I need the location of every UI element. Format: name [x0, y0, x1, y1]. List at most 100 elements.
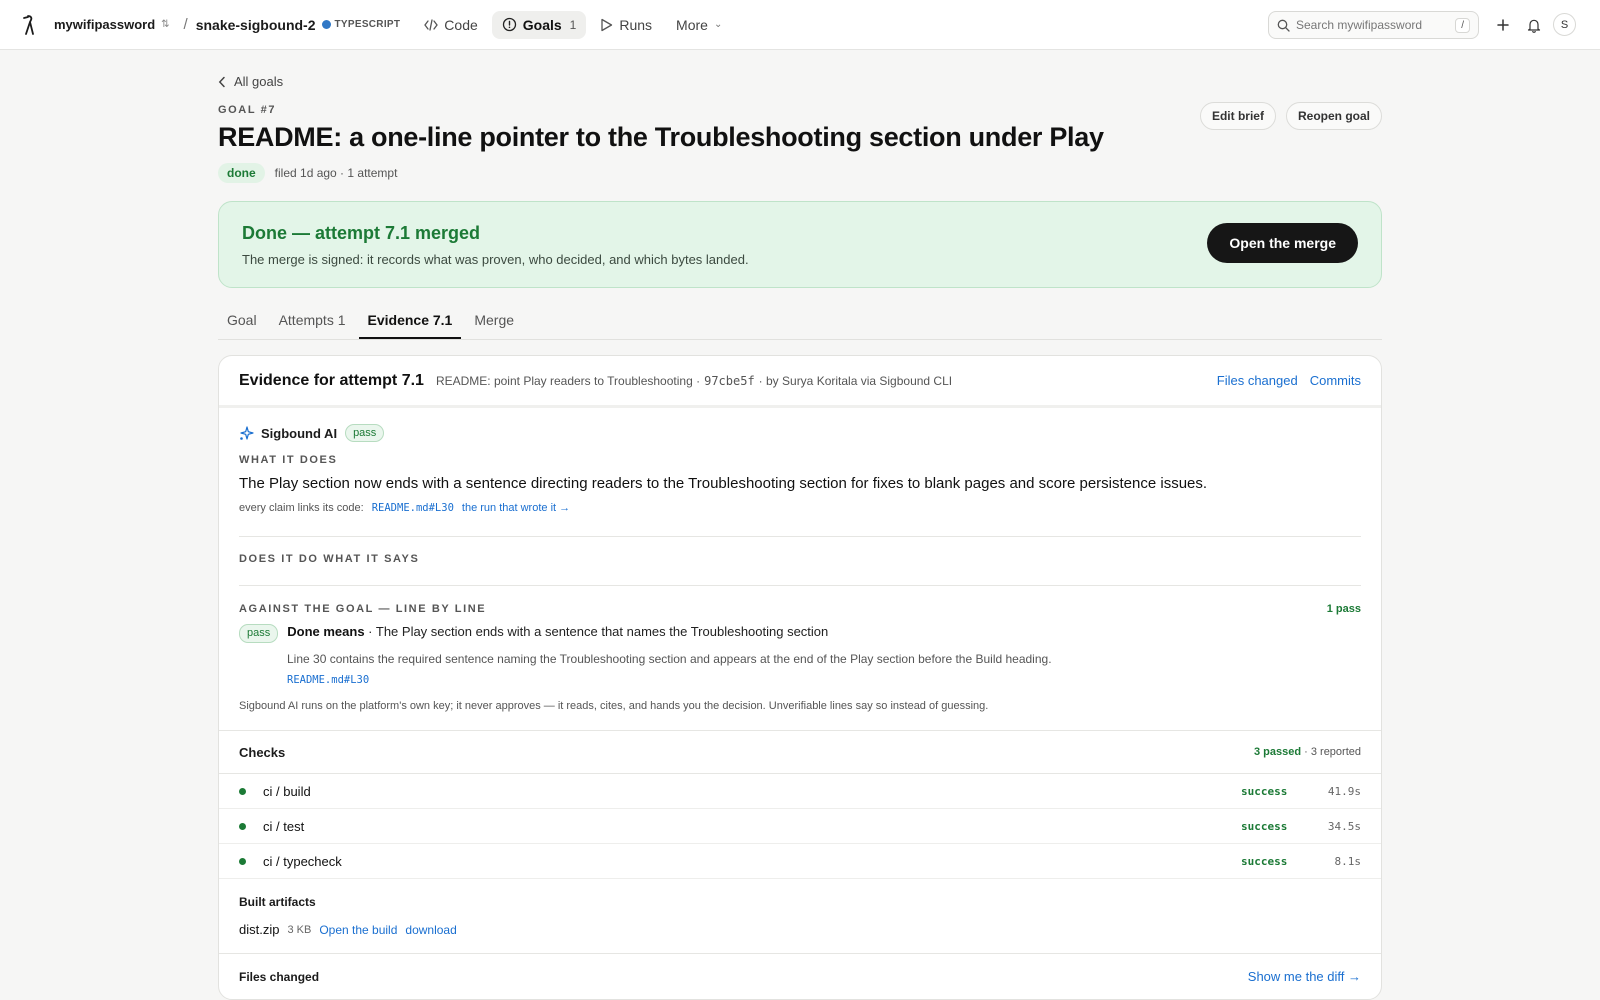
nav-more[interactable]: More ⌄ — [666, 11, 732, 39]
bell-icon[interactable] — [1523, 14, 1545, 36]
banner-subtitle: The merge is signed: it records what was… — [242, 252, 749, 267]
commit-info: README: point Play readers to Troublesho… — [436, 374, 952, 388]
nav-goals-count: 1 — [569, 17, 577, 32]
nav-goals-label: Goals — [522, 16, 562, 33]
goal-meta: done filed 1d ago · 1 attempt — [218, 163, 1382, 183]
status-dot-icon — [239, 787, 246, 795]
check-row[interactable]: ci / typecheck success 8.1s — [219, 844, 1381, 879]
against-goal-label: AGAINST THE GOAL — LINE BY LINE — [239, 603, 487, 615]
edit-brief-button[interactable]: Edit brief — [1199, 102, 1276, 130]
check-status: success — [1241, 819, 1288, 833]
repo-name[interactable]: snake-sigbound-2 — [196, 17, 316, 33]
line-pass-badge: pass — [239, 624, 279, 643]
ai-pass-badge: pass — [345, 424, 385, 442]
what-it-does-label: WHAT IT DOES — [239, 454, 338, 466]
what-it-does-text: The Play section now ends with a sentenc… — [239, 475, 1208, 492]
check-name: ci / test — [263, 818, 305, 834]
chevron-left-icon — [218, 76, 225, 87]
divider — [239, 585, 1361, 586]
artifact-size: 3 KB — [287, 923, 312, 936]
open-build-link[interactable]: Open the build — [319, 923, 397, 937]
artifacts-title: Built artifacts — [239, 895, 316, 909]
check-row[interactable]: ci / build success 41.9s — [219, 774, 1381, 809]
goal-icon — [502, 17, 516, 32]
check-name: ci / typecheck — [263, 853, 342, 869]
ai-disclaimer: Sigbound AI runs on the platform's own k… — [239, 700, 989, 712]
owner-name[interactable]: mywifipassword — [54, 17, 155, 32]
line-title: Done means — [287, 624, 365, 639]
tab-evidence[interactable]: Evidence 7.1 — [358, 304, 462, 339]
files-changed-link[interactable]: Files changed — [1217, 373, 1298, 388]
check-duration: 41.9s — [1327, 784, 1361, 798]
check-status: success — [1241, 784, 1288, 798]
goal-actions: Edit brief Reopen goal — [1199, 102, 1382, 130]
files-changed-title: Files changed — [239, 969, 320, 984]
nav-code[interactable]: Code — [414, 11, 487, 39]
line-text: · The Play section ends with a sentence … — [364, 624, 829, 639]
ai-name: Sigbound AI — [261, 425, 338, 441]
tab-goal[interactable]: Goal — [218, 304, 266, 339]
claim-code-link[interactable]: README.md#L30 — [372, 502, 454, 514]
checks-reported: · 3 reported — [1301, 746, 1361, 758]
status-dot-icon — [239, 822, 246, 830]
search-icon — [1277, 19, 1290, 32]
commits-link[interactable]: Commits — [1310, 373, 1361, 388]
check-row[interactable]: ci / test success 34.5s — [219, 809, 1381, 844]
checks-summary: 3 passed · 3 reported — [1254, 746, 1361, 758]
tab-merge[interactable]: Merge — [465, 304, 523, 339]
files-changed-section: Files changed Show me the diff → — [219, 954, 1381, 999]
divider — [239, 536, 1361, 537]
commit-sha[interactable]: 97cbe5f — [704, 374, 755, 388]
download-link[interactable]: download — [405, 923, 456, 937]
nav-runs[interactable]: Runs — [590, 11, 662, 39]
plus-icon[interactable] — [1492, 14, 1514, 36]
ai-review-section: Sigbound AI pass WHAT IT DOES The Play s… — [219, 424, 1381, 514]
language-badge: TYPESCRIPT — [321, 19, 401, 30]
artifact-name: dist.zip — [239, 922, 280, 937]
back-label: All goals — [234, 74, 284, 89]
reopen-goal-button[interactable]: Reopen goal — [1285, 102, 1382, 130]
nav-goals[interactable]: Goals 1 — [491, 10, 587, 39]
claim-prefix: every claim links its code: — [239, 502, 364, 514]
chevron-down-icon: ⌄ — [713, 19, 723, 30]
open-merge-button[interactable]: Open the merge — [1207, 223, 1358, 263]
commit-author: · by Surya Koritala via Sigbound CLI — [758, 373, 953, 388]
search-input[interactable]: Search mywifipassword / — [1268, 11, 1479, 39]
against-goal-header: AGAINST THE GOAL — LINE BY LINE 1 pass — [239, 603, 1361, 615]
against-goal-section: AGAINST THE GOAL — LINE BY LINE 1 pass p… — [219, 603, 1381, 712]
check-status: success — [1241, 854, 1288, 868]
tab-attempts[interactable]: Attempts 1 — [270, 304, 355, 339]
checks-passed: 3 passed — [1253, 746, 1302, 758]
main-content: All goals GOAL #7 README: a one-line poi… — [218, 50, 1382, 1000]
back-to-goals-link[interactable]: All goals — [218, 74, 1382, 89]
against-goal-summary: 1 pass — [1326, 603, 1361, 615]
avatar[interactable]: S — [1553, 13, 1576, 36]
goal-line-item: pass Done means · The Play section ends … — [239, 624, 1361, 643]
line-statement: Done means · The Play section ends with … — [287, 624, 828, 643]
evidence-header: Evidence for attempt 7.1 README: point P… — [219, 356, 1381, 408]
logo-icon[interactable] — [20, 13, 40, 37]
search-placeholder: Search mywifipassword — [1296, 18, 1423, 32]
switch-owner-icon[interactable]: ⇅ — [161, 19, 169, 30]
ai-reviewer: Sigbound AI pass — [239, 424, 1361, 442]
language-dot-icon — [321, 20, 331, 29]
line-code-link[interactable]: README.md#L30 — [287, 674, 1361, 686]
does-it-label: DOES IT DO WHAT IT SAYS — [239, 553, 420, 565]
claim-run-link[interactable]: the run that wrote it → — [462, 502, 570, 514]
does-it-section: DOES IT DO WHAT IT SAYS — [219, 553, 1381, 565]
status-dot-icon — [239, 857, 246, 865]
nav-runs-label: Runs — [619, 16, 653, 33]
goal-tabs: Goal Attempts 1 Evidence 7.1 Merge — [218, 304, 1382, 340]
check-duration: 34.5s — [1327, 819, 1361, 833]
show-diff-link[interactable]: Show me the diff → — [1248, 969, 1361, 984]
artifact-row: dist.zip 3 KB Open the build download — [239, 922, 1361, 937]
check-name: ci / build — [263, 783, 311, 799]
nav-code-label: Code — [444, 16, 478, 33]
search-shortcut: / — [1455, 17, 1470, 33]
checks-header: Checks 3 passed · 3 reported — [219, 730, 1381, 774]
evidence-links: Files changed Commits — [1217, 373, 1361, 388]
evidence-title: Evidence for attempt 7.1 — [239, 371, 424, 389]
path-separator: / — [183, 16, 188, 33]
play-icon — [601, 18, 613, 31]
nav-more-label: More — [676, 16, 708, 33]
